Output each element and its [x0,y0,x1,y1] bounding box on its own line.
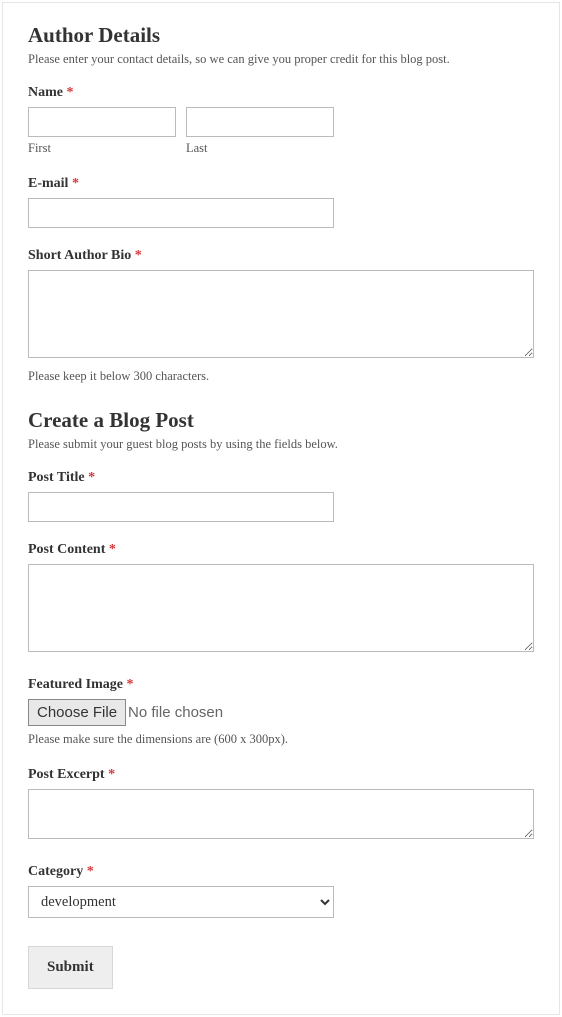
excerpt-label: Post Excerpt * [28,767,534,783]
author-details-heading: Author Details [28,23,534,48]
category-label-text: Category [28,864,83,879]
choose-file-button[interactable]: Choose File [28,699,126,726]
blog-post-desc: Please submit your guest blog posts by u… [28,437,534,452]
name-label: Name * [28,85,534,101]
image-label-text: Featured Image [28,677,123,692]
bio-textarea[interactable] [28,270,534,358]
image-help: Please make sure the dimensions are (600… [28,732,534,747]
image-label: Featured Image * [28,677,534,693]
required-mark: * [87,864,94,879]
excerpt-field-group: Post Excerpt * [28,767,534,844]
first-name-input[interactable] [28,107,176,137]
submit-button[interactable]: Submit [28,946,113,989]
content-label-text: Post Content [28,542,105,557]
form-container: Author Details Please enter your contact… [2,2,560,1015]
last-sublabel: Last [186,141,334,156]
title-label-text: Post Title [28,470,85,485]
email-label: E-mail * [28,176,534,192]
blog-post-heading: Create a Blog Post [28,408,534,433]
required-mark: * [135,248,142,263]
author-details-desc: Please enter your contact details, so we… [28,52,534,67]
content-label: Post Content * [28,542,534,558]
title-input[interactable] [28,492,334,522]
bio-label: Short Author Bio * [28,248,534,264]
title-label: Post Title * [28,470,534,486]
name-row: First Last [28,107,534,156]
name-label-text: Name [28,85,63,100]
email-label-text: E-mail [28,176,68,191]
category-field-group: Category * development [28,864,534,918]
required-mark: * [127,677,134,692]
required-mark: * [67,85,74,100]
file-row: Choose File No file chosen [28,699,534,726]
name-field-group: Name * First Last [28,85,534,156]
bio-help: Please keep it below 300 characters. [28,369,534,384]
title-field-group: Post Title * [28,470,534,522]
content-field-group: Post Content * [28,542,534,657]
image-field-group: Featured Image * Choose File No file cho… [28,677,534,747]
email-field-group: E-mail * [28,176,534,228]
required-mark: * [88,470,95,485]
content-textarea[interactable] [28,564,534,652]
bio-field-group: Short Author Bio * Please keep it below … [28,248,534,384]
first-sublabel: First [28,141,176,156]
file-status: No file chosen [128,704,223,721]
required-mark: * [108,767,115,782]
required-mark: * [109,542,116,557]
bio-label-text: Short Author Bio [28,248,131,263]
email-input[interactable] [28,198,334,228]
category-label: Category * [28,864,534,880]
excerpt-label-text: Post Excerpt [28,767,105,782]
category-select[interactable]: development [28,886,334,918]
excerpt-textarea[interactable] [28,789,534,839]
required-mark: * [72,176,79,191]
last-name-col: Last [186,107,334,156]
section2: Create a Blog Post Please submit your gu… [28,408,534,989]
first-name-col: First [28,107,176,156]
last-name-input[interactable] [186,107,334,137]
